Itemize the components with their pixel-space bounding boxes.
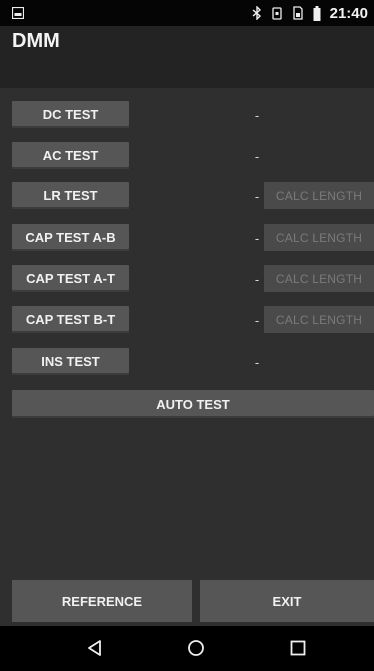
navigation-bar <box>0 626 374 671</box>
cap-bt-calc-length-button[interactable]: CALC LENGTH <box>264 306 374 333</box>
exit-button[interactable]: EXIT <box>200 580 374 622</box>
ac-test-value: - <box>254 149 260 164</box>
vibrate-icon <box>271 6 283 20</box>
page-title: DMM <box>12 30 60 52</box>
recents-icon[interactable] <box>285 635 311 661</box>
back-icon[interactable] <box>82 635 108 661</box>
cap-ab-calc-length-button[interactable]: CALC LENGTH <box>264 224 374 251</box>
battery-icon <box>313 5 321 21</box>
sim-icon <box>292 6 304 20</box>
dc-test-button[interactable]: DC TEST <box>12 101 129 128</box>
cap-at-calc-length-button[interactable]: CALC LENGTH <box>264 265 374 292</box>
cap-test-ab-button[interactable]: CAP TEST A-B <box>12 224 129 251</box>
lr-test-button[interactable]: LR TEST <box>12 182 129 209</box>
status-icons: 21:40 <box>252 0 368 26</box>
notification-icon <box>11 6 25 20</box>
auto-test-button[interactable]: AUTO TEST <box>12 390 374 418</box>
bluetooth-icon <box>252 6 262 20</box>
status-bar: 21:40 <box>0 0 374 26</box>
lr-calc-length-button[interactable]: CALC LENGTH <box>264 182 374 209</box>
cap-test-at-value: - <box>254 272 260 287</box>
lr-test-value: - <box>254 189 260 204</box>
dmm-screen: 21:40 DMM DC TEST - AC TEST - LR TEST - … <box>0 0 374 671</box>
ins-test-button[interactable]: INS TEST <box>12 348 129 375</box>
reference-button[interactable]: REFERENCE <box>12 580 192 622</box>
cap-test-bt-value: - <box>254 313 260 328</box>
cap-test-at-button[interactable]: CAP TEST A-T <box>12 265 129 292</box>
dc-test-value: - <box>254 108 260 123</box>
cap-test-ab-value: - <box>254 231 260 246</box>
cap-test-bt-button[interactable]: CAP TEST B-T <box>12 306 129 333</box>
ac-test-button[interactable]: AC TEST <box>12 142 129 169</box>
ins-test-value: - <box>254 355 260 370</box>
home-icon[interactable] <box>183 635 209 661</box>
status-time: 21:40 <box>329 4 368 22</box>
